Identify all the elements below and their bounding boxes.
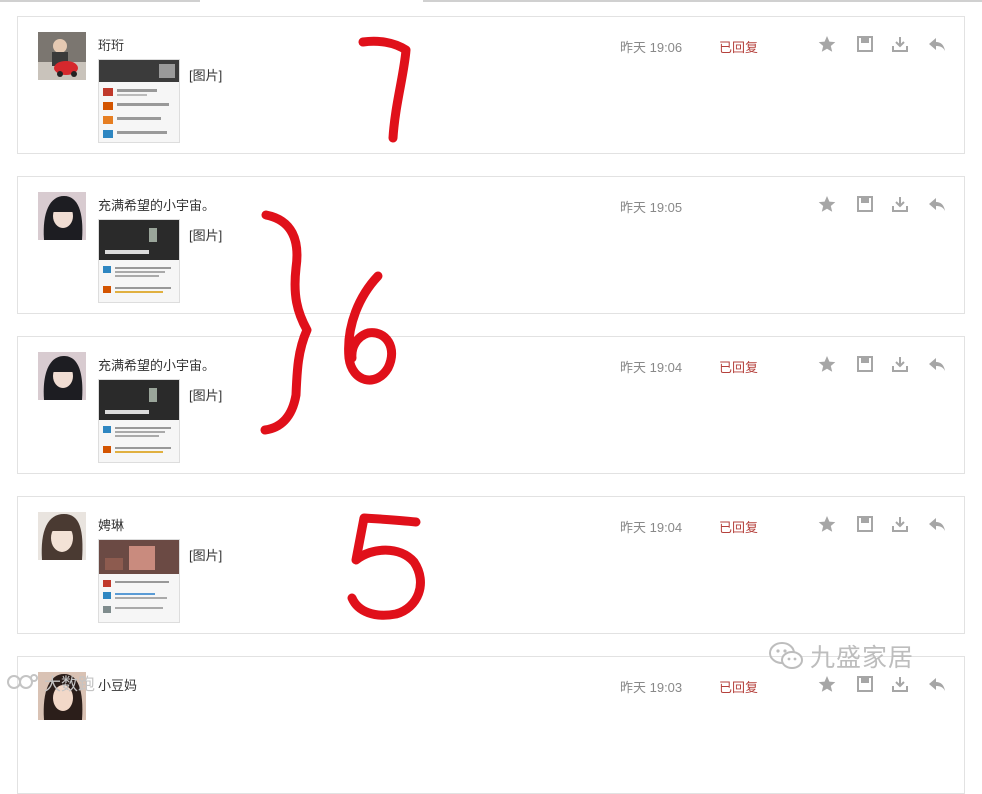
image-label: [图片] bbox=[189, 548, 223, 563]
message-row[interactable]: 小豆妈 昨天 19:03 已回复 bbox=[17, 656, 965, 794]
save-icon[interactable] bbox=[856, 35, 874, 53]
reply-icon[interactable] bbox=[928, 35, 946, 53]
star-icon[interactable] bbox=[818, 35, 836, 53]
message-time: 昨天 19:04 bbox=[620, 520, 683, 535]
watermark-left-text: 大数跑 bbox=[44, 674, 95, 695]
star-icon[interactable] bbox=[818, 355, 836, 373]
replied-status: 已回复 bbox=[719, 360, 759, 375]
action-bar bbox=[818, 35, 950, 53]
watermark-right-text: 九盛家居 bbox=[810, 643, 915, 672]
watermark-left: 大数跑 bbox=[6, 670, 95, 695]
sender-name[interactable]: 娉琳 bbox=[98, 515, 124, 534]
message-row[interactable]: 娉琳 [图片] 昨天 19:04 已回复 bbox=[17, 496, 965, 634]
download-icon[interactable] bbox=[891, 515, 909, 533]
sender-name[interactable]: 小豆妈 bbox=[98, 675, 137, 694]
logo-icon bbox=[7, 674, 38, 689]
image-thumbnail[interactable] bbox=[98, 539, 180, 623]
avatar[interactable] bbox=[38, 512, 86, 560]
wechat-icon bbox=[769, 642, 803, 669]
image-thumbnail[interactable] bbox=[98, 219, 180, 303]
message-time: 昨天 19:04 bbox=[620, 360, 683, 375]
sender-name[interactable]: 充满希望的小宇宙。 bbox=[98, 195, 215, 214]
action-bar bbox=[818, 355, 950, 373]
reply-icon[interactable] bbox=[928, 515, 946, 533]
download-icon[interactable] bbox=[891, 35, 909, 53]
message-row[interactable]: 珩珩 [图片] 昨天 19:06 已回复 bbox=[17, 16, 965, 154]
download-icon[interactable] bbox=[891, 195, 909, 213]
replied-status: 已回复 bbox=[719, 680, 759, 695]
message-time: 昨天 19:03 bbox=[620, 680, 683, 695]
save-icon[interactable] bbox=[856, 675, 874, 693]
save-icon[interactable] bbox=[856, 355, 874, 373]
action-bar bbox=[818, 515, 950, 533]
action-bar bbox=[818, 675, 950, 693]
replied-status: 已回复 bbox=[719, 40, 759, 55]
image-thumbnail[interactable] bbox=[98, 379, 180, 463]
image-label: [图片] bbox=[189, 228, 223, 243]
avatar[interactable] bbox=[38, 352, 86, 400]
avatar[interactable] bbox=[38, 32, 86, 80]
save-icon[interactable] bbox=[856, 195, 874, 213]
image-thumbnail[interactable] bbox=[98, 59, 180, 143]
sender-name[interactable]: 充满希望的小宇宙。 bbox=[98, 355, 215, 374]
image-label: [图片] bbox=[189, 68, 223, 83]
reply-icon[interactable] bbox=[928, 195, 946, 213]
sender-name[interactable]: 珩珩 bbox=[98, 35, 124, 54]
watermark-right: 九盛家居 bbox=[768, 638, 914, 674]
download-icon[interactable] bbox=[891, 675, 909, 693]
message-time: 昨天 19:06 bbox=[620, 40, 683, 55]
image-label: [图片] bbox=[189, 388, 223, 403]
download-icon[interactable] bbox=[891, 355, 909, 373]
message-time: 昨天 19:05 bbox=[620, 200, 683, 215]
star-icon[interactable] bbox=[818, 515, 836, 533]
reply-icon[interactable] bbox=[928, 675, 946, 693]
top-divider-left bbox=[0, 0, 200, 2]
action-bar bbox=[818, 195, 950, 213]
message-row[interactable]: 充满希望的小宇宙。 [图片] 昨天 19:04 已回复 bbox=[17, 336, 965, 474]
star-icon[interactable] bbox=[818, 675, 836, 693]
avatar[interactable] bbox=[38, 192, 86, 240]
top-divider-right bbox=[423, 0, 982, 2]
replied-status: 已回复 bbox=[719, 520, 759, 535]
reply-icon[interactable] bbox=[928, 355, 946, 373]
message-row[interactable]: 充满希望的小宇宙。 [图片] 昨天 19:05 bbox=[17, 176, 965, 314]
star-icon[interactable] bbox=[818, 195, 836, 213]
save-icon[interactable] bbox=[856, 515, 874, 533]
